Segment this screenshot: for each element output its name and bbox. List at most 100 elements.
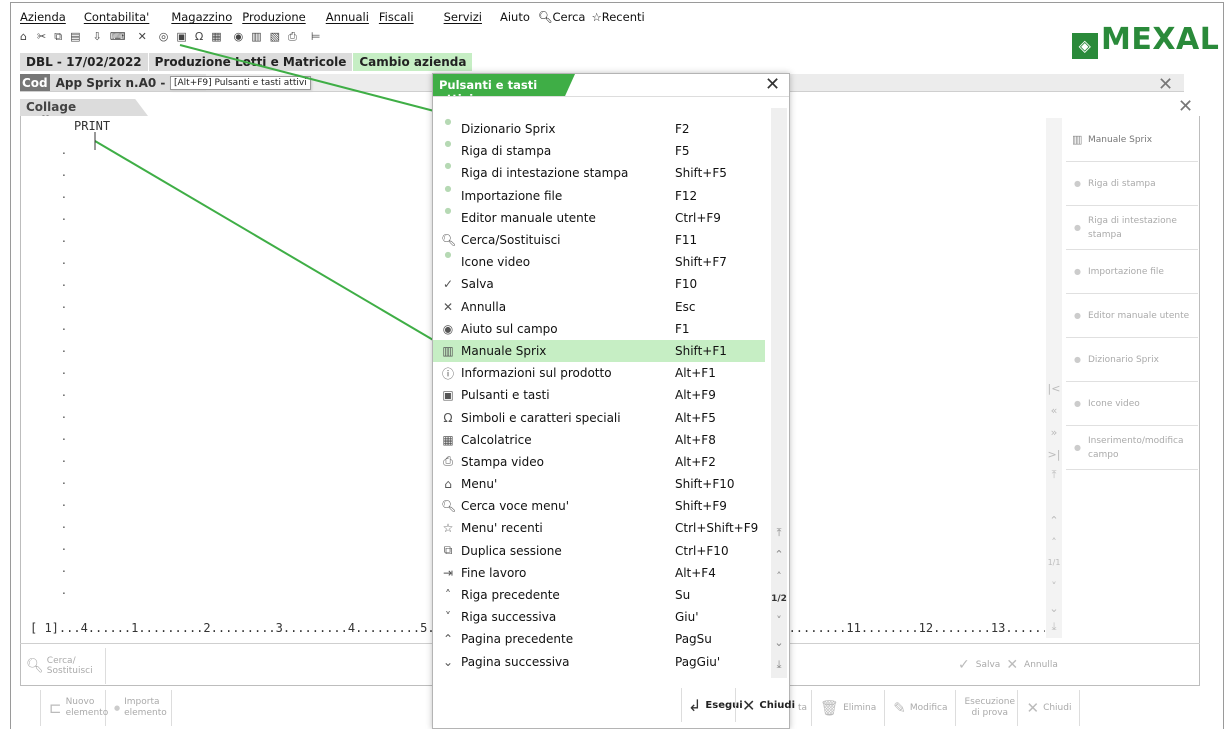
cut-icon[interactable]: ✂ (37, 30, 46, 44)
riga-intestazione-button[interactable]: ● Riga di intestazione stampa (1066, 206, 1198, 250)
tab-produzione-lotti[interactable]: Produzione Lotti e Matricole (148, 53, 354, 71)
key-list-item[interactable]: ⎙ Stampa video Alt+F2 (433, 451, 765, 473)
key-list-item[interactable]: ⌄ Pagina successiva PagGiu' (433, 651, 765, 673)
help-circle-icon[interactable]: ◉ (234, 30, 244, 44)
chevron-up-icon[interactable]: ˄ (771, 570, 787, 583)
key-list-item[interactable]: ⌃ Pagina precedente PagSu (433, 628, 765, 650)
last-icon[interactable]: >| (1046, 448, 1062, 461)
menu-contabilita[interactable]: Contabilita' (84, 10, 150, 26)
key-list-item[interactable]: ● Riga di intestazione stampa Shift+F5 (433, 162, 765, 184)
double-chevron-up-icon[interactable]: ⌃ (771, 548, 787, 561)
paste2-icon[interactable]: ▧ (270, 30, 280, 44)
manual-icon[interactable]: ▥ (251, 30, 261, 44)
key-list-item[interactable]: ⌂ Menu' Shift+F10 (433, 473, 765, 495)
nuovo-elemento-button[interactable]: ⊏ Nuovo elemento (40, 690, 108, 726)
close-window-icon[interactable]: ✕ (1158, 74, 1173, 95)
key-list-item[interactable]: ● Importazione file F12 (433, 184, 765, 207)
prev-page-icon[interactable]: « (1046, 404, 1062, 417)
key-list-item[interactable]: ✕ Annulla Esc (433, 296, 765, 318)
close-collage-icon[interactable]: ✕ (1178, 96, 1193, 117)
chevron-down-icon[interactable]: ˅ (771, 614, 787, 627)
key-list-item[interactable]: ✓ Salva F10 (433, 273, 765, 295)
help-icon[interactable]: ◎ (159, 30, 169, 44)
double-chevron-down-icon[interactable]: ⌄ (1046, 602, 1062, 615)
copy-icon[interactable]: ⧉ (54, 30, 62, 44)
key-list-item[interactable]: ● Riga di stampa F5 (433, 140, 765, 162)
manuale-sprix-button[interactable]: ▥ Manuale Sprix (1066, 118, 1198, 162)
menu-recenti[interactable]: ☆Recenti (591, 10, 644, 26)
copy-down-icon[interactable]: ⇩ (92, 30, 101, 44)
bottom-icon[interactable]: ⤓ (1046, 620, 1062, 634)
elimina-button[interactable]: 🗑︎ Elimina (812, 690, 886, 726)
buttons-icon[interactable]: ▣ (176, 30, 186, 44)
menu-azienda[interactable]: Azienda (20, 10, 66, 26)
keyboard-icon[interactable]: ⌨ (110, 30, 126, 44)
double-chevron-down-icon[interactable]: ⌄ (771, 636, 787, 649)
print-icon[interactable]: ⎙ (288, 30, 297, 44)
key-label: Pulsanti e tasti (461, 388, 550, 403)
next-page-icon[interactable]: » (1046, 426, 1062, 439)
dialog-scrollbar[interactable]: ⤒ ⌃ ˄ 1/2 ˅ ⌄ ⤓ (771, 108, 787, 678)
first-icon[interactable]: |< (1046, 382, 1062, 395)
key-list-item[interactable]: ⇥ Fine lavoro Alt+F4 (433, 562, 765, 584)
key-list-item[interactable]: ▣ Pulsanti e tasti Alt+F9 (433, 384, 765, 406)
menu-magazzino[interactable]: Magazzino (171, 10, 232, 26)
close-icon: ✕ (1006, 657, 1019, 673)
tree-icon[interactable]: ⊨ (311, 30, 321, 44)
chiudi-button[interactable]: ✕ Chiudi (1018, 690, 1081, 726)
esecuzione-prova-button[interactable]: Esecuzione di prova (956, 690, 1019, 726)
editor-manuale-button[interactable]: ● Editor manuale utente (1066, 294, 1198, 338)
star-icon: ☆ (591, 10, 602, 24)
editor-text[interactable]: PRINT (74, 119, 110, 133)
close-dialog-icon[interactable]: ✕ (765, 74, 780, 95)
key-list-item[interactable]: ▥ Manuale Sprix Shift+F1 (433, 339, 765, 363)
menu-cerca[interactable]: 🔍︎Cerca (538, 10, 586, 26)
top-icon[interactable]: ⤒ (771, 526, 787, 540)
annulla-button[interactable]: Annulla (1024, 660, 1058, 670)
top-icon[interactable]: ⤒ (1046, 468, 1062, 482)
menu-fiscali[interactable]: Fiscali (379, 10, 414, 26)
menu-annuali[interactable]: Annuali (326, 10, 369, 26)
tab-cod[interactable]: Cod (20, 74, 50, 91)
icone-video-button[interactable]: ● Icone video (1066, 382, 1198, 426)
double-chevron-up-icon[interactable]: ⌃ (1046, 514, 1062, 527)
modifica-button[interactable]: ✎ Modifica (885, 690, 957, 726)
tab-cambio-azienda[interactable]: Cambio azienda (353, 53, 474, 71)
menu-servizi[interactable]: Servizi (444, 10, 482, 26)
calculator-icon[interactable]: ▦ (211, 30, 221, 44)
menu-aiuto[interactable]: Aiuto (500, 10, 530, 26)
key-list-item[interactable]: ● Editor manuale utente Ctrl+F9 (433, 206, 765, 229)
key-list-item[interactable]: Ω Simboli e caratteri speciali Alt+F5 (433, 406, 765, 428)
key-list-item[interactable]: ☆ Menu' recenti Ctrl+Shift+F9 (433, 517, 765, 539)
chiudi-dialog-button[interactable]: ✕ Chiudi (735, 688, 801, 722)
key-list-item[interactable]: ˅ Riga successiva Giu' (433, 606, 765, 628)
key-label: Importazione file (461, 188, 563, 203)
menu-produzione[interactable]: Produzione (242, 10, 305, 26)
tab-dbl[interactable]: DBL - 17/02/2022 (20, 53, 149, 71)
key-list-item[interactable]: ˄ Riga precedente Su (433, 584, 765, 606)
paste-icon[interactable]: ▤ (70, 30, 80, 44)
chevron-up-icon[interactable]: ˄ (1046, 536, 1062, 549)
chevron-down-icon[interactable]: ˅ (1046, 580, 1062, 593)
key-list-item[interactable]: 🔍︎ Cerca/Sostituisci F11 (433, 229, 765, 251)
key-shortcut: PagSu (675, 632, 712, 647)
bottom-icon[interactable]: ⤓ (771, 658, 787, 672)
tab-collage[interactable]: Collage collage1.ss (20, 99, 148, 116)
salva-button[interactable]: Salva (976, 660, 1001, 670)
importa-elemento-button[interactable]: ● Importa elemento (106, 690, 172, 726)
key-list-item[interactable]: ⧉ Duplica sessione Ctrl+F10 (433, 540, 765, 562)
key-list-item[interactable]: ▦ Calcolatrice Alt+F8 (433, 429, 765, 451)
close-icon[interactable]: ✕ (138, 30, 147, 44)
dizionario-sprix-button[interactable]: ● Dizionario Sprix (1066, 338, 1198, 382)
cerca-sostituisci-button[interactable]: 🔍︎ Cerca/ Sostituisci (22, 648, 106, 684)
home-icon[interactable]: ⌂ (20, 30, 27, 44)
key-list-item[interactable]: 🔍︎ Cerca voce menu' Shift+F9 (433, 495, 765, 517)
inserimento-campo-button[interactable]: ● Inserimento/modifica campo (1066, 426, 1198, 470)
riga-stampa-button[interactable]: ● Riga di stampa (1066, 162, 1198, 206)
key-list-item[interactable]: ◉ Aiuto sul campo F1 (433, 318, 765, 340)
key-list-item[interactable]: ⓘ Informazioni sul prodotto Alt+F1 (433, 362, 765, 384)
key-list-item[interactable]: ● Dizionario Sprix F2 (433, 118, 765, 140)
key-list-item[interactable]: ● Icone video Shift+F7 (433, 251, 765, 273)
importazione-file-button[interactable]: ● Importazione file (1066, 250, 1198, 294)
omega-icon[interactable]: Ω (195, 30, 203, 44)
